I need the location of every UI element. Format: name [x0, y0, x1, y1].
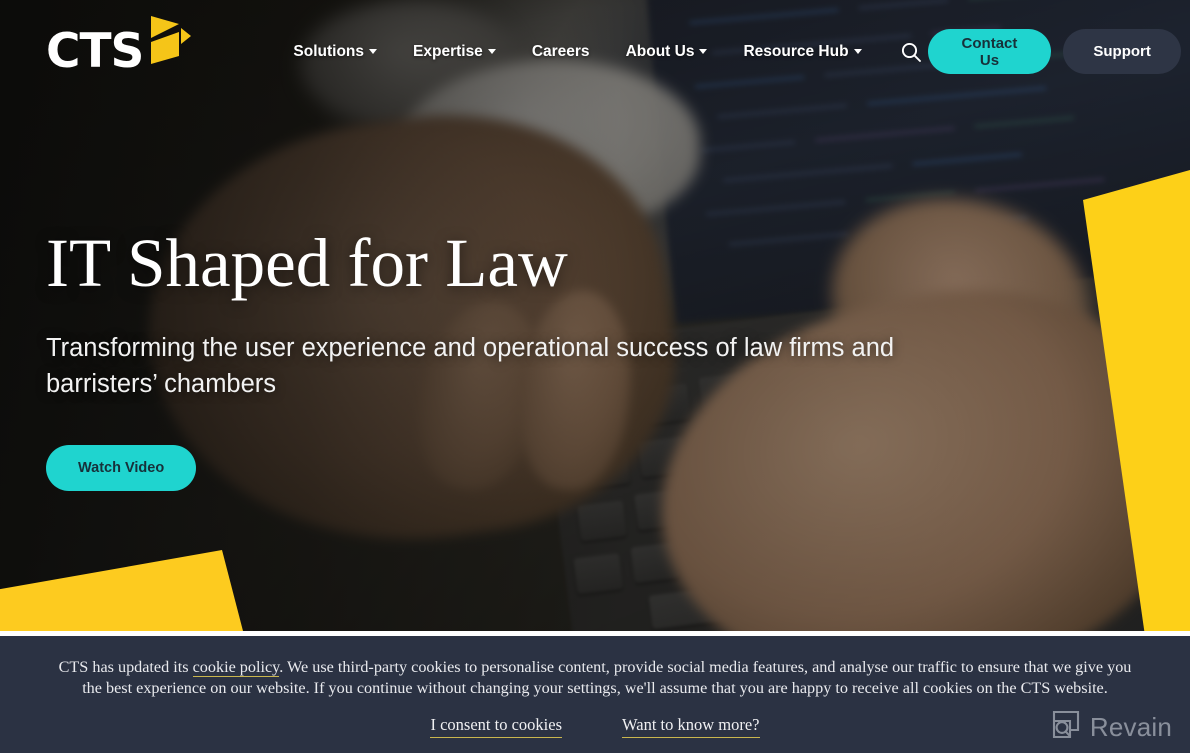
nav-item-expertise[interactable]: Expertise — [395, 33, 514, 71]
revain-watermark: Revain — [1050, 709, 1172, 745]
page-root: CTS Solutions Expertise Careers About Us — [0, 0, 1190, 753]
nav-item-careers[interactable]: Careers — [514, 33, 608, 71]
cookie-policy-link[interactable]: cookie policy — [192, 658, 280, 677]
chevron-down-icon — [487, 48, 496, 54]
header-actions: Contact Us Support — [927, 29, 1181, 74]
main-navigation: Solutions Expertise Careers About Us Res… — [275, 33, 927, 71]
cts-arrow-logo-icon — [145, 12, 192, 77]
contact-us-button[interactable]: Contact Us — [927, 29, 1052, 74]
want-to-know-more-link[interactable]: Want to know more? — [622, 715, 760, 739]
hero-content: IT Shaped for Law Transforming the user … — [46, 225, 946, 492]
nav-label: Careers — [531, 42, 590, 60]
cookie-banner-text: CTS has updated its cookie policy. We us… — [0, 636, 1190, 698]
chevron-down-icon — [853, 48, 862, 54]
nav-label: About Us — [625, 42, 695, 60]
nav-label: Expertise — [413, 42, 483, 60]
logo-text: CTS — [46, 24, 144, 79]
cookie-banner-actions: I consent to cookies Want to know more? — [0, 715, 1190, 739]
revain-label: Revain — [1089, 711, 1172, 742]
cookie-text-before: CTS has updated its — [58, 658, 193, 676]
nav-item-about-us[interactable]: About Us — [608, 33, 726, 71]
revain-logo-icon — [1050, 709, 1081, 745]
nav-label: Resource Hub — [743, 42, 849, 60]
nav-label: Solutions — [293, 42, 365, 60]
watch-video-button[interactable]: Watch Video — [46, 445, 197, 492]
cookie-consent-banner: CTS has updated its cookie policy. We us… — [0, 636, 1190, 753]
support-button[interactable]: Support — [1063, 29, 1181, 74]
site-header: CTS Solutions Expertise Careers About Us — [0, 0, 1190, 103]
hero-subtitle: Transforming the user experience and ope… — [46, 333, 895, 398]
nav-item-resource-hub[interactable]: Resource Hub — [725, 33, 879, 71]
chevron-down-icon — [369, 48, 378, 54]
consent-to-cookies-link[interactable]: I consent to cookies — [430, 715, 562, 739]
search-icon[interactable] — [894, 35, 928, 69]
nav-item-solutions[interactable]: Solutions — [275, 33, 395, 71]
cts-logo[interactable]: CTS — [46, 16, 192, 80]
hero-title: IT Shaped for Law — [46, 225, 568, 301]
chevron-down-icon — [699, 48, 708, 54]
